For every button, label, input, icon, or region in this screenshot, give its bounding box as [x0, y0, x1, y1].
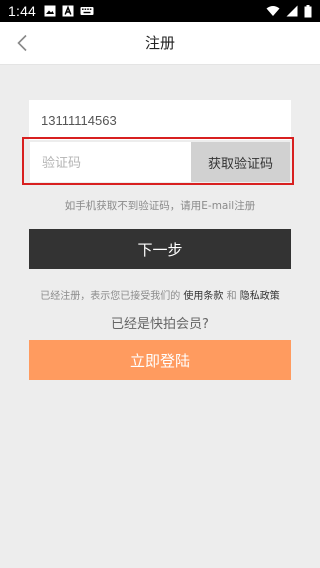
page-title: 注册 — [144, 34, 175, 52]
nav-bar: 注册 — [0, 22, 320, 65]
phone-input[interactable] — [39, 111, 291, 129]
terms-notice: 已经注册，表示您已接受我们的 使用条款 和 隐私政策 — [0, 287, 320, 302]
login-button[interactable]: 立即登陆 — [29, 340, 291, 380]
get-code-button[interactable]: 获取验证码 — [191, 142, 290, 182]
status-bar: 1:44 — [0, 0, 320, 22]
next-step-button[interactable]: 下一步 — [29, 229, 291, 269]
status-time: 1:44 — [8, 3, 37, 19]
verification-code-row: 获取验证码 — [22, 137, 294, 185]
terms-prefix: 已经注册，表示您已接受我们的 — [40, 291, 184, 302]
verification-code-input[interactable] — [40, 153, 191, 171]
signal-icon — [286, 5, 298, 17]
privacy-policy-link[interactable]: 隐私政策 — [240, 291, 280, 302]
status-system-icons — [266, 4, 312, 18]
email-register-hint[interactable]: 如手机获取不到验证码，请用E-mail注册 — [0, 198, 320, 213]
text-a-icon — [62, 5, 74, 17]
terms-conjunction: 和 — [223, 291, 240, 302]
verification-code-field[interactable] — [30, 142, 191, 182]
terms-of-use-link[interactable]: 使用条款 — [183, 291, 223, 302]
wifi-icon — [266, 5, 280, 17]
status-notification-icons — [44, 5, 94, 17]
battery-icon — [304, 4, 312, 18]
member-prompt: 已经是快拍会员? — [111, 317, 209, 332]
phone-field[interactable] — [29, 100, 291, 140]
image-icon — [44, 5, 56, 17]
keyboard-icon — [80, 5, 94, 17]
